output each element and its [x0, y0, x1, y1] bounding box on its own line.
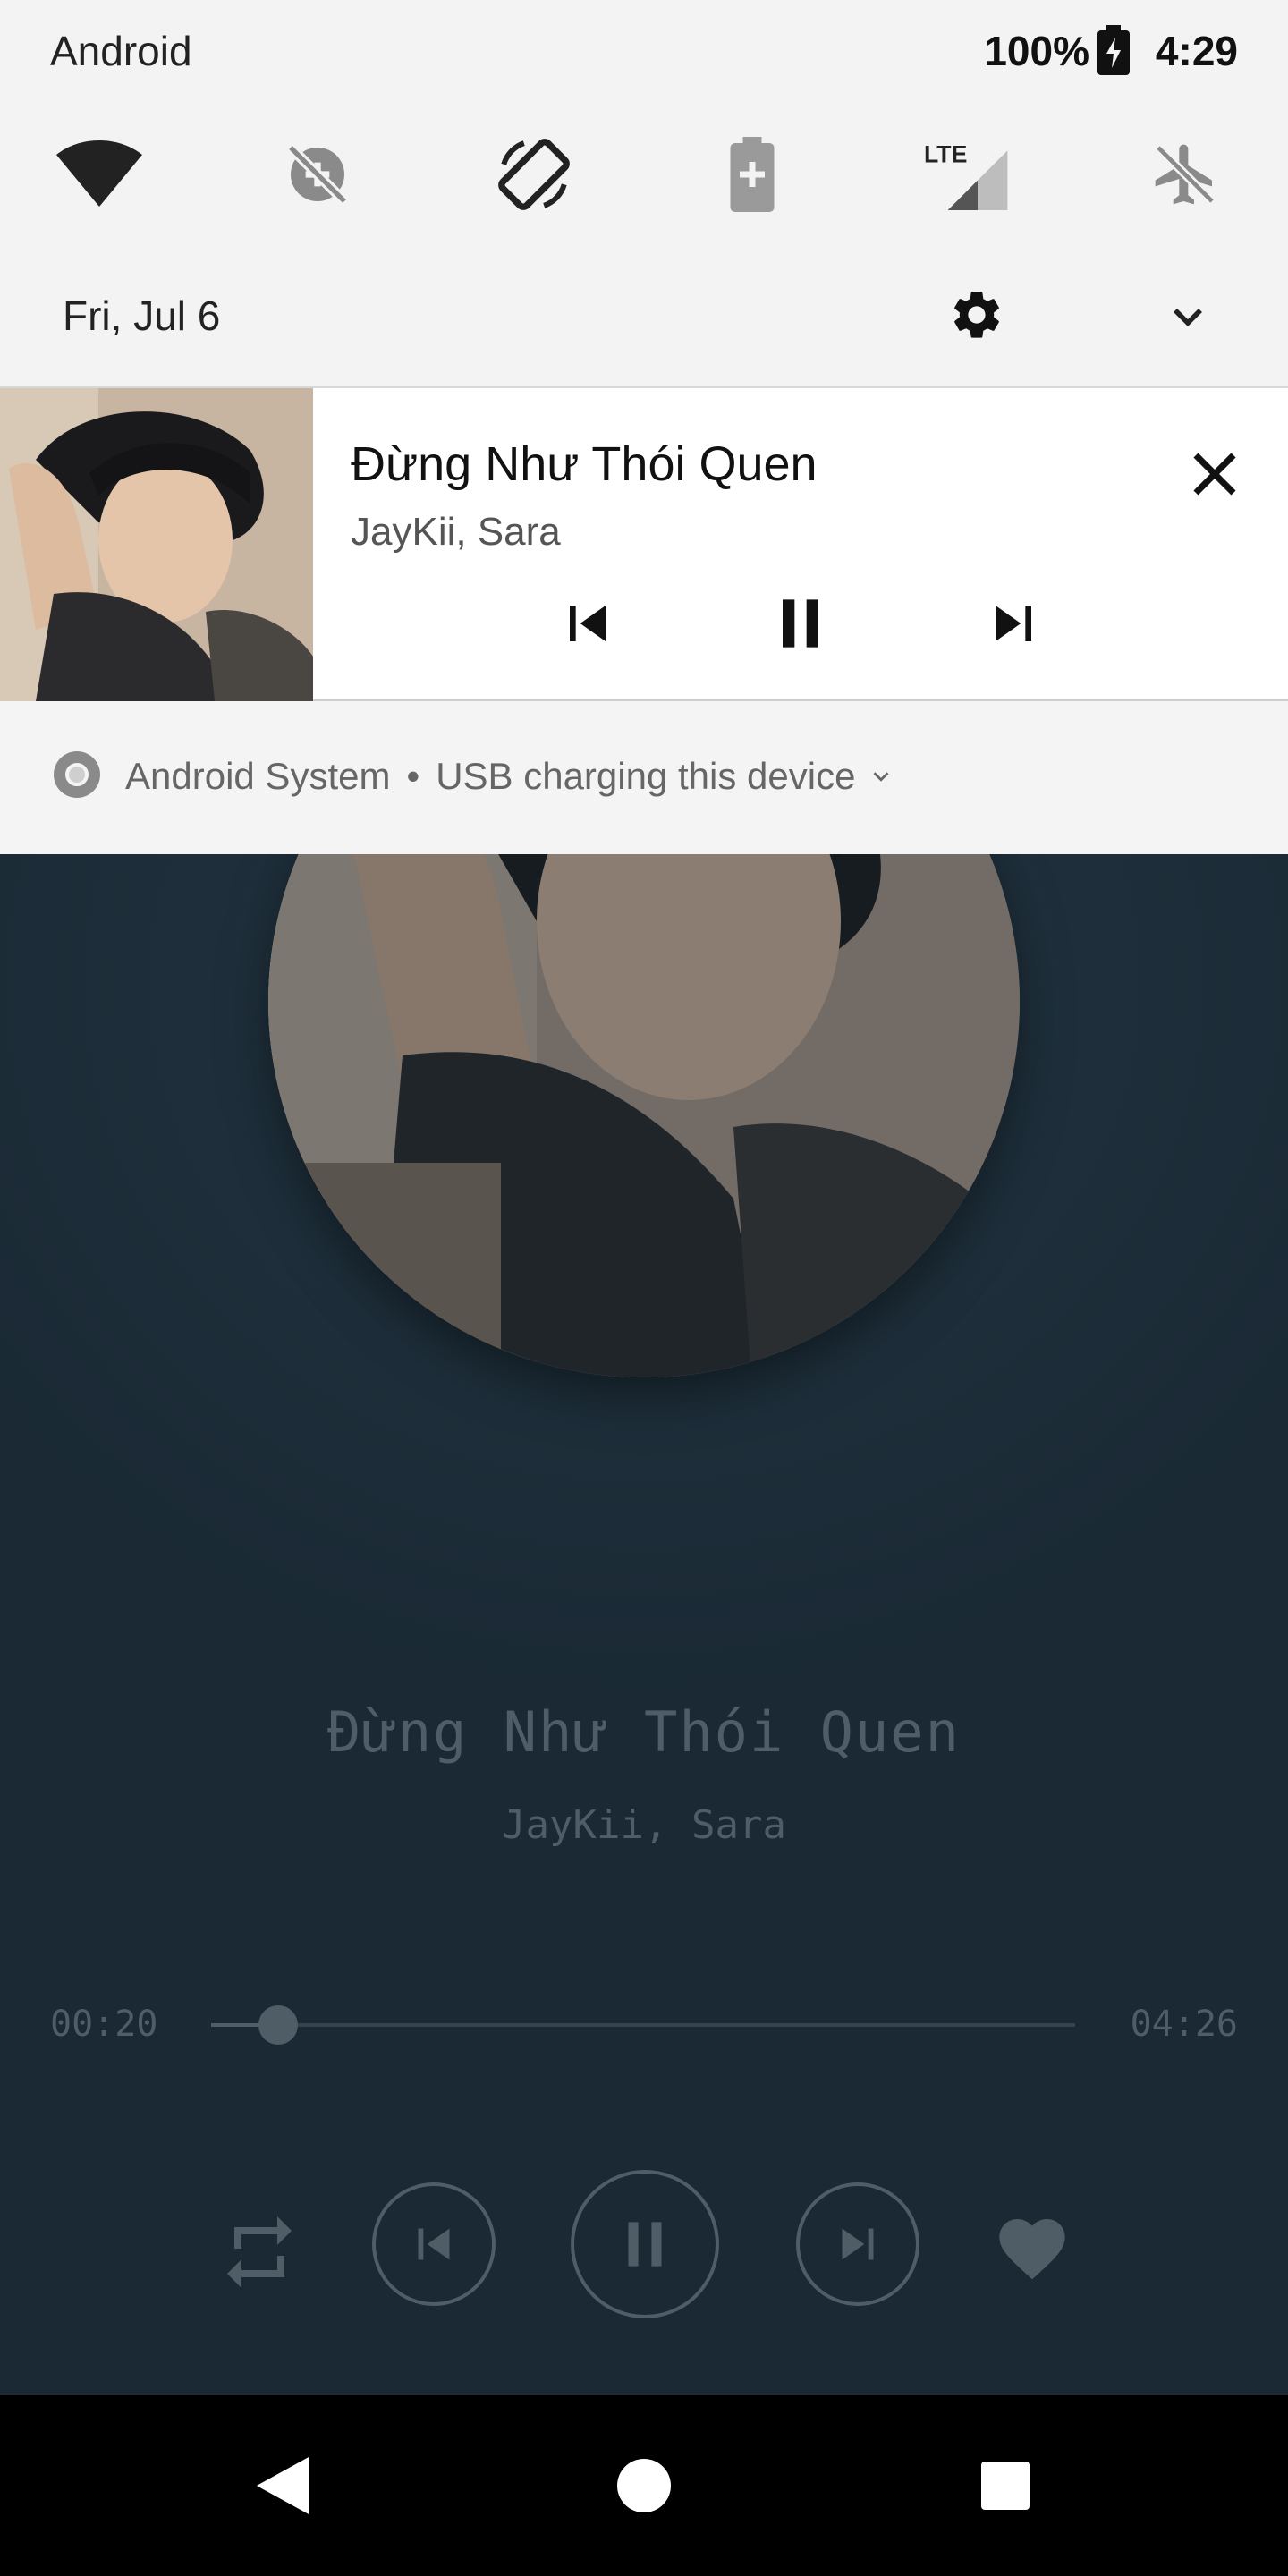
qs-auto-rotate-tile[interactable]	[485, 125, 583, 224]
expand-quick-settings-button[interactable]	[1163, 292, 1213, 342]
media-album-art	[0, 388, 313, 701]
quick-settings-row: LTE	[0, 125, 1288, 224]
auto-rotate-icon	[498, 139, 570, 210]
heart-icon	[999, 2219, 1065, 2280]
close-icon	[1193, 453, 1236, 496]
android-system-icon	[54, 751, 100, 798]
battery-percent: 100%	[984, 28, 1089, 74]
repeat-button[interactable]	[215, 2207, 304, 2297]
media-notification[interactable]: Đừng Như Thói Quen JayKii, Sara	[0, 386, 1288, 701]
battery-saver-icon	[730, 137, 775, 212]
skip-next-icon	[996, 606, 1031, 641]
wifi-icon	[56, 140, 142, 207]
battery-charging-icon	[1097, 25, 1130, 75]
home-icon	[617, 2459, 671, 2512]
nav-home-button[interactable]	[581, 2395, 707, 2576]
player-song-artist: JayKii, Sara	[502, 1802, 786, 1848]
total-duration: 04:26	[1130, 2004, 1238, 2045]
chevron-down-icon[interactable]	[868, 763, 894, 790]
separator-dot: •	[406, 755, 420, 797]
media-next-button[interactable]	[973, 583, 1054, 664]
notification-shade: Android 100% 4:29 LTE Fri, Jul 6 Đừng Nh…	[0, 0, 1288, 854]
navigation-bar	[0, 2395, 1288, 2576]
elapsed-time: 00:20	[50, 2004, 158, 2045]
album-art-thumbnail	[0, 388, 313, 701]
back-icon	[256, 2457, 309, 2514]
media-pause-button[interactable]	[760, 583, 841, 664]
system-notification-header: Android System • USB charging this devic…	[125, 755, 894, 798]
gear-icon	[954, 292, 999, 338]
skip-previous-icon	[418, 2228, 450, 2260]
system-notification-app: Android System	[125, 755, 391, 797]
pause-icon	[628, 2222, 662, 2267]
qs-battery-saver-tile[interactable]	[703, 125, 801, 224]
pause-icon	[783, 599, 818, 648]
media-close-button[interactable]	[1182, 442, 1247, 506]
data-saver-off-icon	[286, 143, 349, 206]
repeat-icon	[227, 2216, 292, 2288]
media-title: Đừng Như Thói Quen	[351, 437, 818, 491]
seek-bar[interactable]	[211, 2005, 1075, 2045]
status-bar: Android 100% 4:29	[0, 0, 1288, 104]
player-previous-button[interactable]	[372, 2182, 496, 2306]
seek-thumb[interactable]	[258, 2005, 299, 2045]
airplane-mode-icon	[1155, 144, 1216, 205]
status-clock: 4:29	[1155, 28, 1238, 74]
qs-wifi-tile[interactable]	[50, 125, 148, 224]
qs-data-saver-tile[interactable]	[268, 125, 367, 224]
settings-button[interactable]	[948, 286, 1005, 343]
nav-back-button[interactable]	[220, 2395, 345, 2576]
media-artist: JayKii, Sara	[351, 510, 561, 554]
system-notification-message: USB charging this device	[436, 755, 856, 797]
lte-signal-icon: LTE	[924, 141, 1008, 210]
player-pause-button[interactable]	[571, 2170, 719, 2318]
media-previous-button[interactable]	[547, 583, 628, 664]
recents-icon	[981, 2462, 1030, 2510]
svg-text:LTE: LTE	[924, 141, 967, 168]
player-song-title: Đừng Như Thói Quen	[327, 1699, 961, 1765]
favorite-button[interactable]	[987, 2204, 1077, 2293]
skip-next-icon	[842, 2228, 874, 2260]
status-carrier: Android	[50, 28, 192, 74]
chevron-down-icon	[1174, 309, 1202, 326]
qs-airplane-tile[interactable]	[1136, 125, 1234, 224]
shade-date: Fri, Jul 6	[63, 292, 221, 339]
skip-previous-icon	[570, 606, 606, 641]
nav-recents-button[interactable]	[943, 2395, 1068, 2576]
system-notification[interactable]: Android System • USB charging this devic…	[0, 701, 1288, 854]
player-next-button[interactable]	[796, 2182, 919, 2306]
qs-mobile-data-tile[interactable]: LTE	[919, 125, 1018, 224]
